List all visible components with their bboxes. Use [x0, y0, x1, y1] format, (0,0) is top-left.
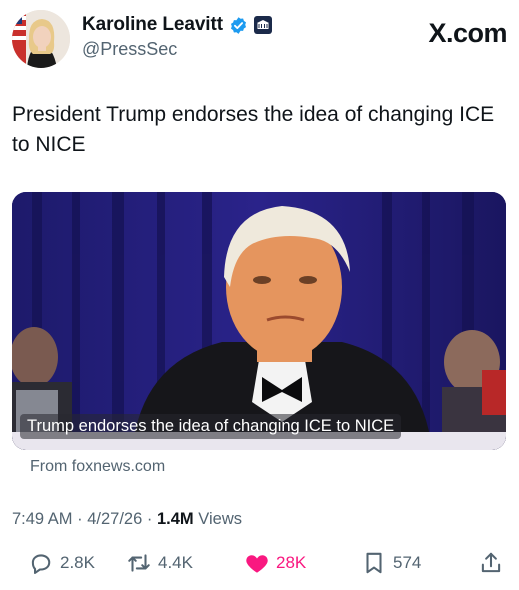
- avatar[interactable]: [12, 10, 70, 68]
- heart-filled-icon: [246, 555, 268, 573]
- meta-separator: ·: [77, 510, 83, 528]
- tweet-header: Karoline Leavitt @PressSec X.com: [12, 10, 507, 70]
- views-label: Views: [198, 510, 242, 528]
- tweet-date[interactable]: 4/27/26: [87, 510, 142, 528]
- action-bar: 2.8K 4.4K 28K 574: [12, 550, 507, 580]
- link-preview-card[interactable]: Trump endorses the idea of changing ICE …: [12, 192, 506, 450]
- name-row: Karoline Leavitt: [82, 14, 272, 36]
- views-count[interactable]: 1.4M: [157, 510, 194, 528]
- repost-count: 4.4K: [158, 553, 193, 572]
- display-name[interactable]: Karoline Leavitt: [82, 14, 223, 36]
- tweet-time[interactable]: 7:49 AM: [12, 510, 73, 528]
- verified-badge-icon: [229, 16, 248, 35]
- share-icon: [481, 552, 501, 573]
- repost-icon: [128, 554, 150, 572]
- author-block: Karoline Leavitt @PressSec: [82, 14, 272, 60]
- white-house-seal-icon[interactable]: [253, 16, 272, 34]
- card-source[interactable]: From foxnews.com: [30, 458, 165, 476]
- share-button[interactable]: [478, 550, 504, 576]
- bookmark-icon: [366, 552, 382, 574]
- author-handle[interactable]: @PressSec: [82, 39, 272, 60]
- reply-button[interactable]: 2.8K: [28, 550, 95, 576]
- like-count: 28K: [276, 553, 307, 572]
- site-watermark: X.com: [428, 18, 507, 48]
- avatar-image: [12, 10, 70, 68]
- like-button[interactable]: 28K: [244, 550, 306, 576]
- meta-separator: ·: [146, 510, 153, 528]
- bookmark-button[interactable]: 574: [361, 550, 421, 576]
- reply-count: 2.8K: [60, 553, 95, 572]
- repost-button[interactable]: 4.4K: [126, 550, 193, 576]
- bookmark-count: 574: [393, 553, 422, 572]
- tweet-meta: 7:49 AM · 4/27/26 · 1.4M Views: [12, 510, 242, 529]
- card-image: [12, 192, 506, 450]
- tweet-text: President Trump endorses the idea of cha…: [12, 103, 495, 156]
- reply-icon: [31, 554, 51, 574]
- card-caption: Trump endorses the idea of changing ICE …: [20, 414, 402, 439]
